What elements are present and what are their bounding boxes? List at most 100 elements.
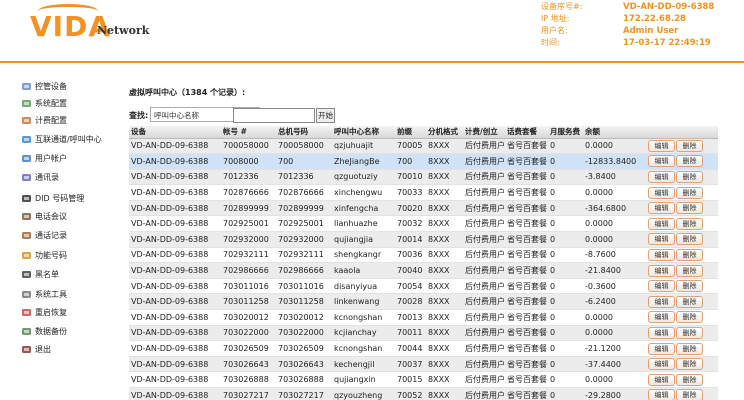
- table-cell: VD-AN-DD-09-6388: [129, 153, 221, 170]
- table-cell: 0: [548, 262, 583, 279]
- sidebar-item-10[interactable]: 功能号码: [21, 249, 67, 261]
- table-cell: 8XXX: [426, 325, 463, 342]
- delete-button[interactable]: 删除: [676, 326, 703, 339]
- delete-button[interactable]: 删除: [676, 389, 703, 400]
- sidebar-item-15[interactable]: 退出: [21, 343, 51, 355]
- edit-button[interactable]: 编辑: [648, 311, 675, 324]
- table-row[interactable]: VD-AN-DD-09-6388 702899999 702899999 xinfen…: [129, 200, 718, 217]
- sidebar-item-6[interactable]: 通讯录: [21, 171, 59, 183]
- edit-button[interactable]: 编辑: [648, 139, 675, 152]
- table-row[interactable]: VD-AN-DD-09-6388 702986666 702986666 kaaola…: [129, 262, 718, 279]
- delete-button[interactable]: 删除: [676, 342, 703, 355]
- search-input[interactable]: [233, 108, 315, 123]
- sidebar-item-7[interactable]: DID 号码管理: [21, 192, 84, 204]
- table-cell: 省号百套餐: [505, 387, 548, 400]
- edit-button[interactable]: 编辑: [648, 186, 675, 199]
- sidebar-item-12[interactable]: 系统工具: [21, 288, 67, 300]
- search-button[interactable]: 开始: [316, 108, 335, 123]
- table-row[interactable]: VD-AN-DD-09-6388 703022000 703022000 kcjian…: [129, 325, 718, 342]
- table-cell: 0: [548, 325, 583, 342]
- delete-button[interactable]: 删除: [676, 311, 703, 324]
- sidebar-item-13[interactable]: 重启恢复: [21, 306, 67, 318]
- column-header[interactable]: 分机格式: [426, 126, 463, 139]
- table-cell: 8XXX: [426, 356, 463, 373]
- edit-button[interactable]: 编辑: [648, 217, 675, 230]
- delete-button[interactable]: 删除: [676, 139, 703, 152]
- sidebar-item-3[interactable]: 计费配置: [21, 114, 67, 126]
- delete-button[interactable]: 删除: [676, 217, 703, 230]
- delete-button[interactable]: 删除: [676, 170, 703, 183]
- edit-button[interactable]: 编辑: [648, 389, 675, 400]
- table-cell: 8XXX: [426, 138, 463, 155]
- sidebar-item-8[interactable]: 电话会议: [21, 210, 67, 222]
- sidebar-item-1[interactable]: 控管设备: [21, 80, 67, 92]
- table-row[interactable]: VD-AN-DD-09-6388 703026643 703026643 kechen…: [129, 356, 718, 373]
- table-cell: 7012336: [276, 169, 332, 186]
- table-row[interactable]: VD-AN-DD-09-6388 702932000 702932000 qujian…: [129, 231, 718, 248]
- edit-button[interactable]: 编辑: [648, 373, 675, 386]
- table-row[interactable]: VD-AN-DD-09-6388 703020012 703020012 kcnong…: [129, 309, 718, 326]
- table-row[interactable]: VD-AN-DD-09-6388 702925001 702925001 lianhu…: [129, 215, 718, 233]
- sidebar-item-11[interactable]: 黑名单: [21, 268, 59, 280]
- table-row[interactable]: VD-AN-DD-09-6388 703026509 703026509 kcnong…: [129, 340, 718, 357]
- table-cell: 0: [548, 247, 583, 264]
- table-cell: 70044: [395, 340, 426, 357]
- edit-button[interactable]: 编辑: [648, 358, 675, 371]
- edit-button[interactable]: 编辑: [648, 264, 675, 277]
- edit-button[interactable]: 编辑: [648, 295, 675, 308]
- column-header[interactable]: 余额: [583, 126, 647, 139]
- edit-button[interactable]: 编辑: [648, 202, 675, 215]
- table-cell: 后付费用户: [463, 215, 505, 233]
- delete-button[interactable]: 删除: [676, 248, 703, 261]
- edit-button[interactable]: 编辑: [648, 248, 675, 261]
- sidebar-item-label: 系统配置: [35, 98, 67, 108]
- delete-button[interactable]: 删除: [676, 233, 703, 246]
- delete-button[interactable]: 删除: [676, 295, 703, 308]
- delete-button[interactable]: 删除: [676, 373, 703, 386]
- table-cell: qzguotuziy: [332, 169, 395, 186]
- edit-button[interactable]: 编辑: [648, 170, 675, 183]
- delete-button[interactable]: 删除: [676, 264, 703, 277]
- sidebar-item-14[interactable]: 数据备份: [21, 325, 67, 337]
- table-cell: VD-AN-DD-09-6388: [129, 215, 221, 233]
- sidebar-item-2[interactable]: 系统配置: [21, 97, 67, 109]
- edit-button[interactable]: 编辑: [648, 233, 675, 246]
- sidebar-item-5[interactable]: 用户帐户: [21, 152, 67, 164]
- edit-button[interactable]: 编辑: [648, 155, 675, 168]
- delete-button[interactable]: 删除: [676, 155, 703, 168]
- column-header[interactable]: 月服务费: [548, 126, 583, 139]
- sidebar-item-4[interactable]: 互联通道/呼叫中心: [21, 133, 102, 145]
- table-cell: -21.1200: [583, 340, 647, 357]
- column-header[interactable]: 前缀: [395, 126, 426, 139]
- column-header[interactable]: 话费套餐: [505, 126, 548, 139]
- table-cell: 省号百套餐: [505, 309, 548, 326]
- table-row[interactable]: VD-AN-DD-09-6388 7012336 7012336 qzguotuziy…: [129, 169, 718, 186]
- column-header[interactable]: 总机号码: [276, 126, 332, 139]
- edit-button[interactable]: 编辑: [648, 326, 675, 339]
- column-header[interactable]: 帐号 #: [221, 126, 276, 139]
- delete-button[interactable]: 删除: [676, 202, 703, 215]
- sidebar-item-label: 功能号码: [35, 250, 67, 260]
- delete-button[interactable]: 删除: [676, 280, 703, 293]
- column-header[interactable]: 计费/创立: [463, 126, 505, 139]
- table-cell: 70013: [395, 309, 426, 326]
- table-row[interactable]: VD-AN-DD-09-6388 703026888 703026888 qujian…: [129, 371, 718, 388]
- delete-button[interactable]: 删除: [676, 358, 703, 371]
- delete-button[interactable]: 删除: [676, 186, 703, 199]
- table-cell: 省号百套餐: [505, 262, 548, 279]
- column-header[interactable]: 设备: [129, 126, 221, 139]
- table-row[interactable]: VD-AN-DD-09-6388 700058000 700058000 qzjuhu…: [129, 138, 718, 155]
- sidebar-item-label: 电话会议: [35, 211, 67, 221]
- edit-button[interactable]: 编辑: [648, 280, 675, 293]
- table-cell: 0: [548, 387, 583, 400]
- column-header[interactable]: 呼叫中心名称: [332, 126, 395, 139]
- table-row[interactable]: VD-AN-DD-09-6388 703011016 703011016 disany…: [129, 278, 718, 295]
- table-row[interactable]: VD-AN-DD-09-6388 7008000 700 ZheJiangBe 700 8…: [129, 153, 718, 170]
- edit-button[interactable]: 编辑: [648, 342, 675, 355]
- table-row[interactable]: VD-AN-DD-09-6388 702876666 702876666 xinche…: [129, 184, 718, 201]
- table-row[interactable]: VD-AN-DD-09-6388 703011258 703011258 linken…: [129, 293, 718, 311]
- table-cell: 0.0000: [583, 325, 647, 342]
- table-row[interactable]: VD-AN-DD-09-6388 703027217 703027217 qzyouz…: [129, 387, 718, 400]
- table-row[interactable]: VD-AN-DD-09-6388 702932111 702932111 shengk…: [129, 247, 718, 264]
- sidebar-item-9[interactable]: 通话记录: [21, 229, 67, 241]
